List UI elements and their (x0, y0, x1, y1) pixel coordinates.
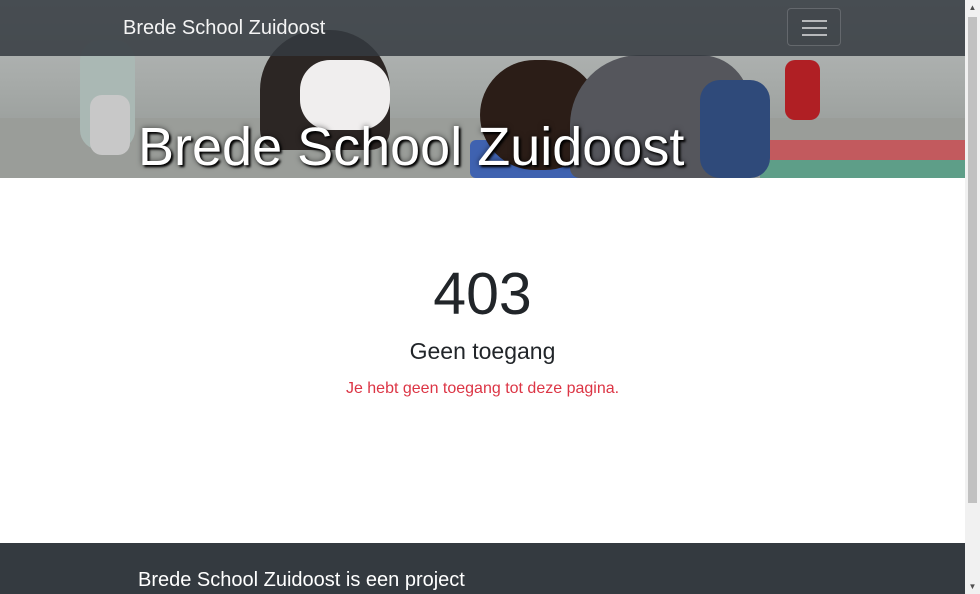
error-code: 403 (433, 261, 532, 327)
navbar-brand[interactable]: Brede School Zuidoost (123, 17, 325, 39)
footer: Brede School Zuidoost is een project (0, 543, 965, 594)
page: Brede School Zuidoost Brede School Zuido… (0, 0, 965, 594)
hero-banner: Brede School Zuidoost Brede School Zuido… (0, 0, 965, 178)
scroll-down-arrow-icon[interactable]: ▼ (965, 579, 980, 594)
error-message: Je hebt geen toegang tot deze pagina. (345, 380, 620, 397)
navbar: Brede School Zuidoost (0, 0, 965, 56)
error-title: Geen toegang (409, 338, 556, 364)
menu-toggle-button[interactable] (787, 8, 841, 46)
footer-text: Brede School Zuidoost is een project (138, 569, 465, 591)
scroll-up-arrow-icon[interactable]: ▲ (965, 0, 980, 15)
scrollbar-thumb[interactable] (968, 17, 977, 503)
error-section: 403 Geen toegang Je hebt geen toegang to… (0, 262, 965, 399)
vertical-scrollbar[interactable]: ▲ ▼ (965, 0, 980, 594)
hero-title: Brede School Zuidoost (138, 117, 685, 177)
